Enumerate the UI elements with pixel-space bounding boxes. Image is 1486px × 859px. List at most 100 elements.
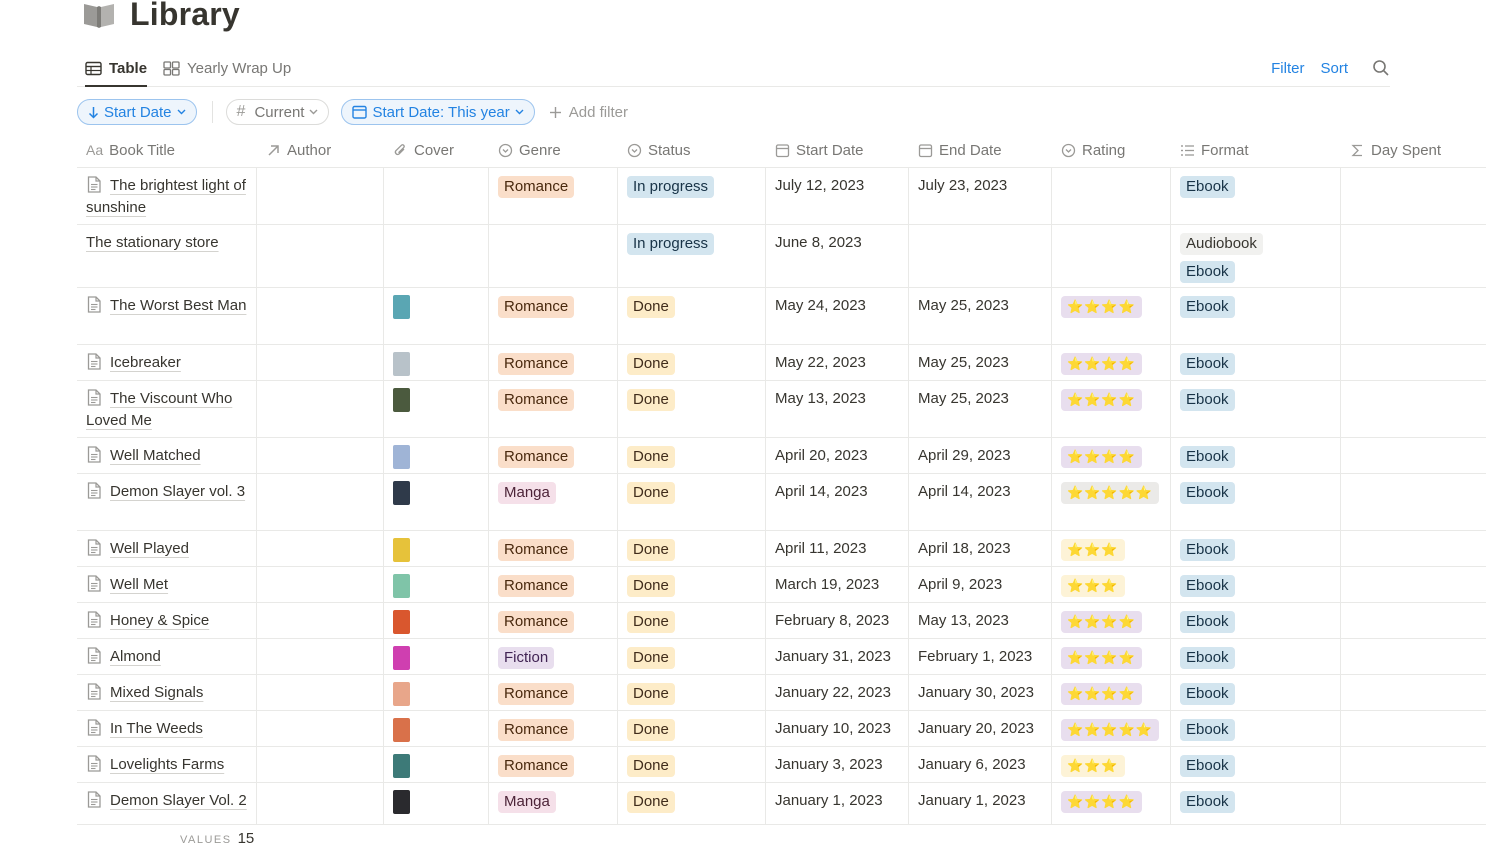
cell-book-title[interactable]: The stationary store	[77, 225, 257, 287]
cover-thumbnail[interactable]	[393, 754, 410, 778]
cell-book-title[interactable]: Demon Slayer Vol. 2	[77, 783, 257, 824]
cover-thumbnail[interactable]	[393, 574, 410, 598]
table-row[interactable]: The Viscount Who Loved Me Romance Done May …	[77, 381, 1486, 438]
filter-button[interactable]: Filter	[1271, 60, 1304, 77]
column-header-status[interactable]: Status	[618, 132, 766, 168]
cover-thumbnail[interactable]	[393, 646, 410, 670]
book-title-link[interactable]: Icebreaker	[110, 354, 181, 371]
book-title-link[interactable]: Demon Slayer vol. 3	[110, 483, 245, 500]
cell-book-title[interactable]: Well Played	[77, 531, 257, 566]
book-title-link[interactable]: In The Weeds	[110, 720, 203, 737]
table-row[interactable]: Honey & Spice Romance Done February 8, 2023…	[77, 603, 1486, 639]
cover-thumbnail[interactable]	[393, 610, 410, 634]
format-tag: Ebook	[1180, 176, 1235, 198]
table-row[interactable]: Almond Fiction Done January 31, 2023 Februar…	[77, 639, 1486, 675]
table-row[interactable]: Demon Slayer vol. 3 Manga Done April 14, 20…	[77, 474, 1486, 531]
tab-yearly-wrap-up[interactable]: Yearly Wrap Up	[163, 50, 291, 86]
cell-book-title[interactable]: Almond	[77, 639, 257, 674]
book-title-link[interactable]: Lovelights Farms	[110, 756, 224, 773]
cover-thumbnail[interactable]	[393, 682, 410, 706]
cell-cover	[384, 345, 489, 380]
column-header-title[interactable]: Aa Book Title	[77, 132, 257, 168]
date-filter-chip[interactable]: Start Date: This year	[341, 99, 535, 125]
cell-book-title[interactable]: The Viscount Who Loved Me	[77, 381, 257, 437]
cell-day-spent	[1341, 675, 1486, 710]
cell-author	[257, 711, 384, 746]
book-title-link[interactable]: Mixed Signals	[110, 684, 203, 701]
cell-book-title[interactable]: The Worst Best Man	[77, 288, 257, 344]
book-title-link[interactable]: Demon Slayer Vol. 2	[110, 792, 247, 809]
table-row[interactable]: The Worst Best Man Romance Done May 24, 202…	[77, 288, 1486, 345]
current-filter-chip[interactable]: # Current	[225, 99, 330, 125]
date-chip-label: Start Date: This year	[372, 103, 510, 121]
table-row[interactable]: Icebreaker Romance Done May 22, 2023 May 25,…	[77, 345, 1486, 381]
column-header-end[interactable]: End Date	[909, 132, 1052, 168]
genre-tag: Romance	[498, 353, 575, 375]
cover-thumbnail[interactable]	[393, 481, 410, 505]
column-header-genre[interactable]: Genre	[489, 132, 618, 168]
cell-book-title[interactable]: Lovelights Farms	[77, 747, 257, 782]
cell-book-title[interactable]: In The Weeds	[77, 711, 257, 746]
cell-book-title[interactable]: Icebreaker	[77, 345, 257, 380]
add-filter-button[interactable]: Add filter	[549, 104, 628, 121]
cell-book-title[interactable]: Honey & Spice	[77, 603, 257, 638]
column-header-rating[interactable]: Rating	[1052, 132, 1171, 168]
column-header-format[interactable]: Format	[1171, 132, 1341, 168]
cell-genre: Romance	[489, 168, 618, 224]
cover-thumbnail[interactable]	[393, 790, 410, 814]
status-tag: Done	[627, 683, 675, 705]
start-date: April 11, 2023	[775, 540, 867, 557]
book-title-link[interactable]: The Worst Best Man	[110, 297, 246, 314]
cell-genre: Romance	[489, 675, 618, 710]
table-row[interactable]: Well Played Romance Done April 11, 2023 Apri…	[77, 531, 1486, 567]
book-title-link[interactable]: The brightest light of sunshine	[86, 177, 246, 216]
table-row[interactable]: Well Matched Romance Done April 20, 2023 Apr…	[77, 438, 1486, 474]
book-title-link[interactable]: The Viscount Who Loved Me	[86, 390, 232, 429]
status-tag: Done	[627, 647, 675, 669]
cover-thumbnail[interactable]	[393, 718, 410, 742]
cell-rating: ⭐⭐⭐⭐	[1052, 603, 1171, 638]
table-row[interactable]: In The Weeds Romance Done January 10, 2023 J…	[77, 711, 1486, 747]
cell-book-title[interactable]: Well Met	[77, 567, 257, 602]
book-title-link[interactable]: Well Played	[110, 540, 189, 557]
cover-thumbnail[interactable]	[393, 295, 410, 319]
search-icon[interactable]	[1372, 59, 1390, 77]
cover-thumbnail[interactable]	[393, 445, 410, 469]
table-row[interactable]: The brightest light of sunshine Romance In…	[77, 168, 1486, 225]
table-row[interactable]: Well Met Romance Done March 19, 2023 April 9…	[77, 567, 1486, 603]
column-header-start[interactable]: Start Date	[766, 132, 909, 168]
column-header-cover[interactable]: Cover	[384, 132, 489, 168]
table-row[interactable]: Mixed Signals Romance Done January 22, 2023…	[77, 675, 1486, 711]
book-title-link[interactable]: Almond	[110, 648, 161, 665]
genre-tag: Romance	[498, 719, 575, 741]
cell-book-title[interactable]: The brightest light of sunshine	[77, 168, 257, 224]
cell-cover	[384, 288, 489, 344]
start-date: April 14, 2023	[775, 483, 868, 500]
table-body: The brightest light of sunshine Romance In…	[77, 168, 1486, 825]
table-row[interactable]: Demon Slayer Vol. 2 Manga Done January 1, 2…	[77, 783, 1486, 825]
cell-cover	[384, 675, 489, 710]
format-tag: Ebook	[1180, 261, 1235, 283]
column-header-author[interactable]: Author	[257, 132, 384, 168]
book-title-link[interactable]: Well Met	[110, 576, 168, 593]
table-row[interactable]: The stationary store In progress June 8, 2…	[77, 225, 1486, 288]
cell-book-title[interactable]: Mixed Signals	[77, 675, 257, 710]
cell-day-spent	[1341, 381, 1486, 437]
cell-format: Ebook	[1171, 438, 1341, 473]
cell-cover	[384, 711, 489, 746]
column-header-days[interactable]: Day Spent	[1341, 132, 1486, 168]
book-title-link[interactable]: The stationary store	[86, 234, 219, 251]
sort-button[interactable]: Sort	[1320, 60, 1348, 77]
table-row[interactable]: Lovelights Farms Romance Done January 3, 20…	[77, 747, 1486, 783]
book-title-link[interactable]: Honey & Spice	[110, 612, 209, 629]
cell-book-title[interactable]: Demon Slayer vol. 3	[77, 474, 257, 530]
sort-chip[interactable]: Start Date	[77, 99, 197, 125]
tab-table[interactable]: Table	[85, 50, 148, 87]
cover-thumbnail[interactable]	[393, 538, 410, 562]
page-header: Library	[82, 0, 240, 36]
cell-book-title[interactable]: Well Matched	[77, 438, 257, 473]
book-title-link[interactable]: Well Matched	[110, 447, 201, 464]
cover-thumbnail[interactable]	[393, 352, 410, 376]
cell-genre: Romance	[489, 747, 618, 782]
cover-thumbnail[interactable]	[393, 388, 410, 412]
